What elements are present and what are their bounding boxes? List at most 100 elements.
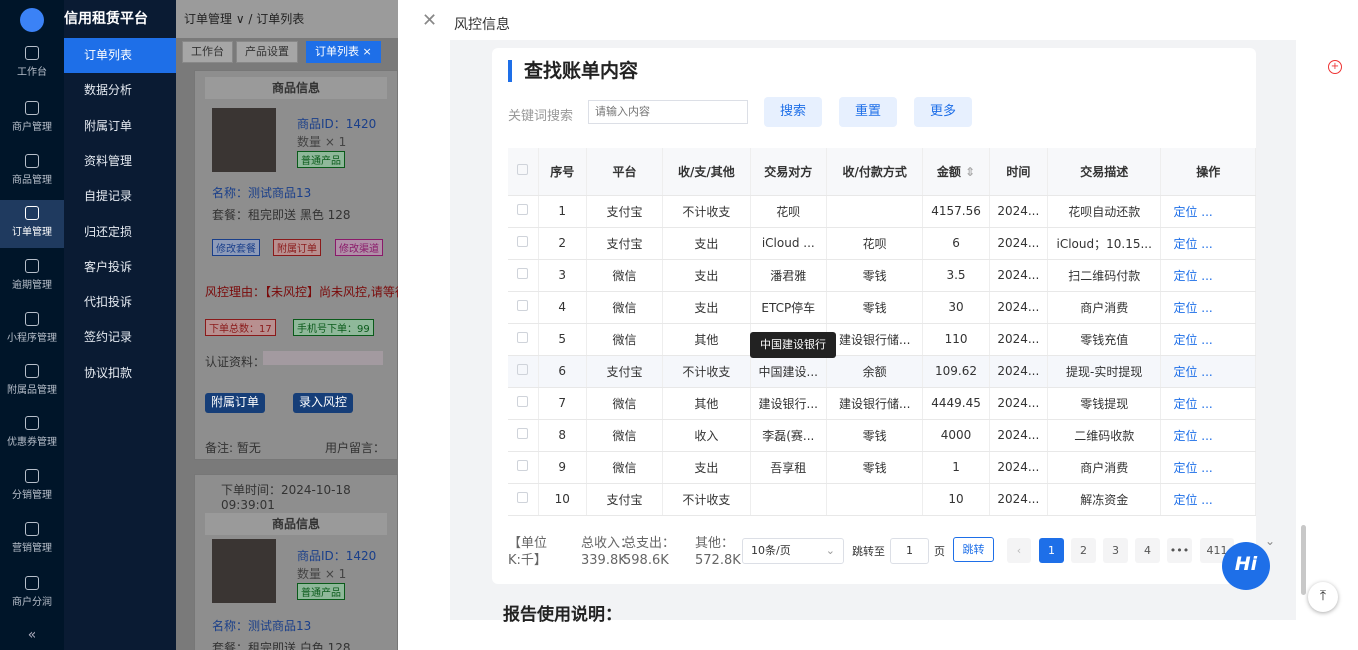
rail-item-order[interactable]: 订单管理 xyxy=(0,200,64,248)
product-plan: 套餐：租完即送 黑色 128 xyxy=(212,208,351,222)
sub-menu-item[interactable]: 客户投诉 xyxy=(64,250,176,285)
row-checkbox[interactable] xyxy=(517,332,529,343)
rail-item-label: 附属品管理 xyxy=(7,385,57,396)
keyword-search-input[interactable] xyxy=(588,100,748,124)
rail-item-miniprogram[interactable]: 小程序管理 xyxy=(0,306,64,354)
rail-item-overdue[interactable]: 逾期管理 xyxy=(0,253,64,301)
page-button[interactable]: 2 xyxy=(1071,538,1096,563)
column-header-label: 收/付款方式 xyxy=(842,164,907,179)
add-circle-icon[interactable]: + xyxy=(1328,60,1342,74)
table-cell[interactable]: 定位 ... xyxy=(1160,451,1256,484)
modify-channel-button[interactable]: 修改渠道 xyxy=(335,239,383,256)
column-header-label: 金额 xyxy=(936,164,961,179)
row-checkbox[interactable] xyxy=(517,300,529,311)
rail-item-label: 订单管理 xyxy=(12,227,52,238)
sub-menu-item[interactable]: 附属订单 xyxy=(64,109,176,144)
product-name: 名称：测试商品13 xyxy=(212,186,312,200)
row-checkbox[interactable] xyxy=(517,364,529,375)
table-cell: 零钱充值 xyxy=(1047,323,1162,356)
rail-item-distribution[interactable]: 分销管理 xyxy=(0,463,64,511)
sub-menu-item[interactable]: 签约记录 xyxy=(64,320,176,355)
row-checkbox[interactable] xyxy=(517,492,529,503)
table-cell: 3.5 xyxy=(922,259,990,292)
product-tag: 普通产品 xyxy=(297,151,345,168)
sub-menu-item[interactable]: 订单列表 xyxy=(64,38,176,73)
page-button[interactable]: ••• xyxy=(1167,538,1192,563)
phone-order-badge: 手机号下单：99 xyxy=(293,319,374,336)
collapse-sidebar-button[interactable]: « xyxy=(0,620,64,650)
prev-page-icon[interactable]: ‹ xyxy=(1007,538,1031,563)
page-button[interactable]: 3 xyxy=(1103,538,1128,563)
reset-button[interactable]: 重置 xyxy=(839,97,897,127)
tab-product-settings[interactable]: 产品设置 xyxy=(236,41,298,63)
table-cell[interactable]: 定位 ... xyxy=(1160,419,1256,452)
bill-table: 序号 平台 收/支/其他 交易对方 收/付款方式 金额 ⇕ 时间 交易描述 操作 1 支付宝 不计收… xyxy=(508,148,1256,516)
sub-menu-item[interactable]: 协议扣款 xyxy=(64,356,176,391)
attached-order-button[interactable]: 附属订单 xyxy=(273,239,321,256)
tab-workbench[interactable]: 工作台 xyxy=(182,41,233,63)
sub-menu-item[interactable]: 归还定损 xyxy=(64,215,176,250)
row-checkbox[interactable] xyxy=(517,396,529,407)
accessory-icon xyxy=(25,364,39,378)
row-checkbox[interactable] xyxy=(517,236,529,247)
expense-label: 总支出： xyxy=(623,536,676,551)
table-cell: 2024... xyxy=(989,483,1048,516)
jump-button[interactable]: 跳转 xyxy=(953,537,994,562)
close-icon[interactable]: ✕ xyxy=(422,10,437,31)
table-cell[interactable]: 定位 ... xyxy=(1160,291,1256,324)
back-to-top-icon[interactable]: ⤒ xyxy=(1308,582,1338,612)
rail-item-marketing[interactable]: 营销管理 xyxy=(0,516,64,564)
table-cell[interactable]: 定位 ... xyxy=(1160,259,1256,292)
chat-assistant-button[interactable]: Hi xyxy=(1222,542,1270,590)
table-cell[interactable]: 定位 ... xyxy=(1160,387,1256,420)
table-cell[interactable]: 定位 ... xyxy=(1160,483,1256,516)
attached-order-action-button[interactable]: 附属订单 xyxy=(205,393,266,413)
breadcrumb-parent[interactable]: 订单管理 ∨ xyxy=(184,12,245,26)
search-button[interactable]: 搜索 xyxy=(764,97,822,127)
column-header-label: 平台 xyxy=(612,164,637,179)
page-button[interactable]: 1 xyxy=(1039,538,1064,563)
other-value: 572.8K xyxy=(695,553,741,568)
scrollbar-thumb[interactable] xyxy=(1301,525,1306,595)
table-row: 2 支付宝 支出 iCloud ... 花呗 6 2024... iCloud；10.15..… xyxy=(508,227,1256,260)
table-cell: 2024... xyxy=(989,451,1048,484)
table-cell[interactable]: 定位 ... xyxy=(1160,355,1256,388)
sub-menu-item[interactable]: 资料管理 xyxy=(64,144,176,179)
rail-item-coupon[interactable]: 优惠券管理 xyxy=(0,410,64,458)
table-cell[interactable]: 定位 ... xyxy=(1160,195,1256,228)
tab-order-list[interactable]: 订单列表 × xyxy=(306,41,381,63)
column-header-label: 交易描述 xyxy=(1080,164,1129,179)
rail-item-profit-share[interactable]: 商户分润 xyxy=(0,570,64,618)
page-size-select[interactable]: 10条/页 ⌄ xyxy=(742,538,844,564)
sub-menu-item[interactable]: 自提记录 xyxy=(64,179,176,214)
rail-item-product[interactable]: 商品管理 xyxy=(0,148,64,196)
enter-risk-button[interactable]: 录入风控 xyxy=(293,393,354,413)
jump-page-input[interactable]: 1 xyxy=(890,538,929,564)
sub-menu-item[interactable]: 代扣投诉 xyxy=(64,285,176,320)
sub-menu-item[interactable]: 数据分析 xyxy=(64,73,176,108)
table-cell[interactable]: 定位 ... xyxy=(1160,323,1256,356)
sort-icon[interactable]: ⇕ xyxy=(961,165,975,179)
table-cell: 1 xyxy=(922,451,990,484)
table-cell[interactable]: 定位 ... xyxy=(1160,227,1256,260)
row-checkbox[interactable] xyxy=(517,204,529,215)
rail-item-workbench[interactable]: 工作台 xyxy=(0,40,64,88)
row-checkbox[interactable] xyxy=(517,460,529,471)
rail-item-label: 商户分润 xyxy=(12,597,52,608)
jump-unit: 页 xyxy=(934,545,945,558)
chevron-down-icon[interactable]: ⌄ xyxy=(1265,534,1275,548)
table-cell: 2024... xyxy=(989,355,1048,388)
select-all-checkbox[interactable] xyxy=(517,164,529,176)
more-button[interactable]: 更多 xyxy=(914,97,972,127)
jump-label: 跳转至 xyxy=(852,545,885,558)
modify-plan-button[interactable]: 修改套餐 xyxy=(212,239,260,256)
table-cell: 6 xyxy=(922,227,990,260)
column-header: 操作 xyxy=(1160,148,1256,196)
rail-item-accessory[interactable]: 附属品管理 xyxy=(0,358,64,406)
column-header-label: 收/支/其他 xyxy=(678,164,735,179)
row-checkbox[interactable] xyxy=(517,268,529,279)
row-checkbox[interactable] xyxy=(517,428,529,439)
column-header[interactable]: 金额 ⇕ xyxy=(922,148,990,196)
rail-item-merchant[interactable]: 商户管理 xyxy=(0,95,64,143)
page-button[interactable]: 4 xyxy=(1135,538,1160,563)
